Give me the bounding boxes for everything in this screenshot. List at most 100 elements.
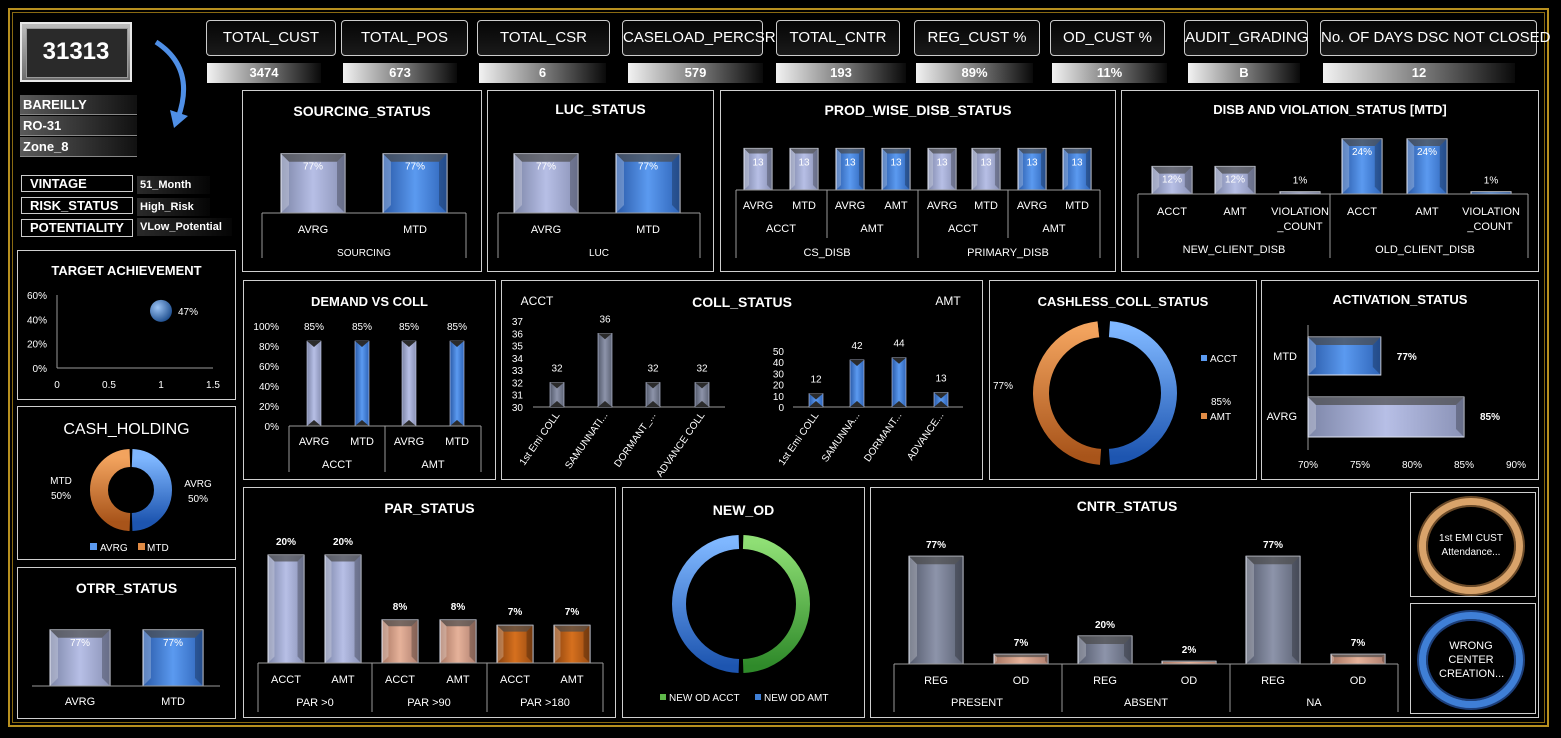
disb-bar-label-5: 1% <box>1484 176 1499 187</box>
cntr-bar-label-0: 77% <box>926 540 946 551</box>
coll-right-cat-1: SAMUNNA... <box>820 410 862 464</box>
prod-bar-label-5: 13 <box>980 157 992 168</box>
disb-cat-2: VIOLATION <box>1271 206 1329 218</box>
demand-ytick-0: 100% <box>253 322 279 333</box>
prod-cat-7: MTD <box>1065 200 1089 212</box>
disb-group-0: NEW_CLIENT_DISB <box>1183 244 1286 256</box>
coll-left-bar-label-1: 36 <box>599 314 611 325</box>
demand-bar-label-2: 85% <box>399 322 419 333</box>
wrong-center-label: WRONG CENTER CREATION... <box>1439 640 1505 680</box>
disb-bar-label-3: 24% <box>1352 147 1372 158</box>
coll-right-bar-label-3: 13 <box>935 373 947 384</box>
coll-right-bar-3 <box>933 392 949 408</box>
luc-bar-label-0: 77% <box>536 162 556 173</box>
cntr-cat-5: OD <box>1350 675 1367 687</box>
dashboard-charts: 77% AVRG 77% MTD SOURCING 77% AVRG 77% MTD LUC 77%… <box>27 138 1529 712</box>
demand-bar-1 <box>354 340 370 427</box>
demand-ytick-1: 80% <box>259 342 279 353</box>
disb-bar-label-4: 24% <box>1417 147 1437 158</box>
coll-left-ytick-0: 37 <box>512 317 524 328</box>
par-cat-1: AMT <box>331 674 355 686</box>
demand-bar-label-0: 85% <box>304 322 324 333</box>
cash-holding-left-label: MTD <box>50 476 72 487</box>
cashless-amt-ring-2 <box>1033 321 1102 465</box>
cntr-cat-3: OD <box>1181 675 1198 687</box>
prod-bar-label-3: 13 <box>890 157 902 168</box>
wrong-center-button[interactable]: WRONG CENTER CREATION... <box>1419 612 1523 708</box>
coll-left-cat-1: SAMUNNATI... <box>563 410 610 471</box>
disb-cat2-0: _COUNT <box>1276 221 1323 233</box>
par-bar-3 <box>439 619 477 664</box>
disb-cat-4: AMT <box>1415 206 1439 218</box>
target-ytick-2: 20% <box>27 340 47 351</box>
prod-group-0: CS_DISB <box>803 247 850 259</box>
par-group-0: PAR >0 <box>296 697 333 709</box>
par-bar-label-3: 8% <box>451 602 466 613</box>
cntr-bar-label-1: 7% <box>1014 638 1029 649</box>
activation-cat-0: MTD <box>1273 351 1297 363</box>
demand-ytick-4: 20% <box>259 402 279 413</box>
activation-bar-label-1: 85% <box>1480 412 1500 423</box>
prod-bar-3 <box>881 147 911 191</box>
coll-right-bar-0 <box>808 393 824 408</box>
disb-cat-1: AMT <box>1223 206 1247 218</box>
cash-holding-legend-0: AVRG <box>100 543 128 554</box>
demand-cat-2: AVRG <box>394 436 424 448</box>
cntr-bar-5 <box>1330 653 1386 665</box>
coll-left-cat-3: ADVANCE COLL <box>655 410 708 479</box>
cntr-cat-0: REG <box>924 675 948 687</box>
par-group-2: PAR >180 <box>520 697 570 709</box>
cashless-legend-0: ACCT <box>1210 354 1237 365</box>
coll-right-cat-3: ADVANCE... <box>905 410 946 462</box>
coll-left-bar-label-3: 32 <box>696 363 708 374</box>
new-od-acct-ring <box>742 535 810 673</box>
disb-group-1: OLD_CLIENT_DISB <box>1375 244 1475 256</box>
par-group-1: PAR >90 <box>407 697 451 709</box>
coll-right-ytick-1: 40 <box>773 358 785 369</box>
coll-left-ytick-5: 32 <box>512 378 524 389</box>
demand-ytick-3: 40% <box>259 382 279 393</box>
cntr-bar-1 <box>993 653 1049 665</box>
demand-cat-0: AVRG <box>299 436 329 448</box>
coll-left-ytick-2: 35 <box>512 342 524 353</box>
target-xtick-0: 0 <box>54 380 60 391</box>
prod-sub-2: ACCT <box>948 223 978 235</box>
disb-bar-label-0: 12% <box>1162 174 1182 185</box>
par-bar-label-4: 7% <box>508 607 523 618</box>
coll-left-cat-0: 1st Emi COLL <box>518 410 563 468</box>
cntr-bar-2 <box>1077 635 1133 665</box>
cntr-bar-label-5: 7% <box>1351 638 1366 649</box>
coll-left-bar-label-0: 32 <box>551 363 563 374</box>
activation-xtick-3: 85% <box>1454 460 1474 471</box>
cntr-group-2: NA <box>1306 697 1322 709</box>
coll-left-ytick-7: 30 <box>512 403 524 414</box>
par-bar-5 <box>553 624 591 664</box>
cash-holding-legend-swatch-0 <box>90 543 97 550</box>
cntr-bar-label-4: 77% <box>1263 540 1283 551</box>
par-cat-4: ACCT <box>500 674 530 686</box>
cash-holding-avrg-slice <box>131 449 172 531</box>
new-od-legend-1: NEW OD AMT <box>764 693 828 704</box>
new-od-legend-swatch-0 <box>660 694 666 700</box>
prod-bar-4 <box>927 147 957 191</box>
coll-right-label: AMT <box>935 294 961 308</box>
par-bar-2 <box>381 619 419 664</box>
disb-cat2-1: _COUNT <box>1466 221 1513 233</box>
coll-left-cat-2: DORMANT_... <box>612 410 658 469</box>
sourcing-group-label: SOURCING <box>337 248 391 259</box>
par-cat-0: ACCT <box>271 674 301 686</box>
par-bar-1 <box>324 554 362 664</box>
coll-right-cat-2: DORMANT... <box>862 410 904 464</box>
target-point <box>150 299 172 322</box>
luc-cat-0: AVRG <box>531 224 561 236</box>
demand-bar-0 <box>306 340 322 427</box>
disb-cat-5: VIOLATION <box>1462 206 1520 218</box>
demand-group-1: AMT <box>421 459 445 471</box>
activation-bar-label-0: 77% <box>1397 352 1417 363</box>
par-bar-label-2: 8% <box>393 602 408 613</box>
sourcing-cat-1: MTD <box>403 224 427 236</box>
sourcing-cat-0: AVRG <box>298 224 328 236</box>
activation-xtick-4: 90% <box>1506 460 1526 471</box>
emi-attendance-button[interactable]: 1st EMI CUST Attendance... <box>1419 498 1523 594</box>
demand-group-0: ACCT <box>322 459 352 471</box>
